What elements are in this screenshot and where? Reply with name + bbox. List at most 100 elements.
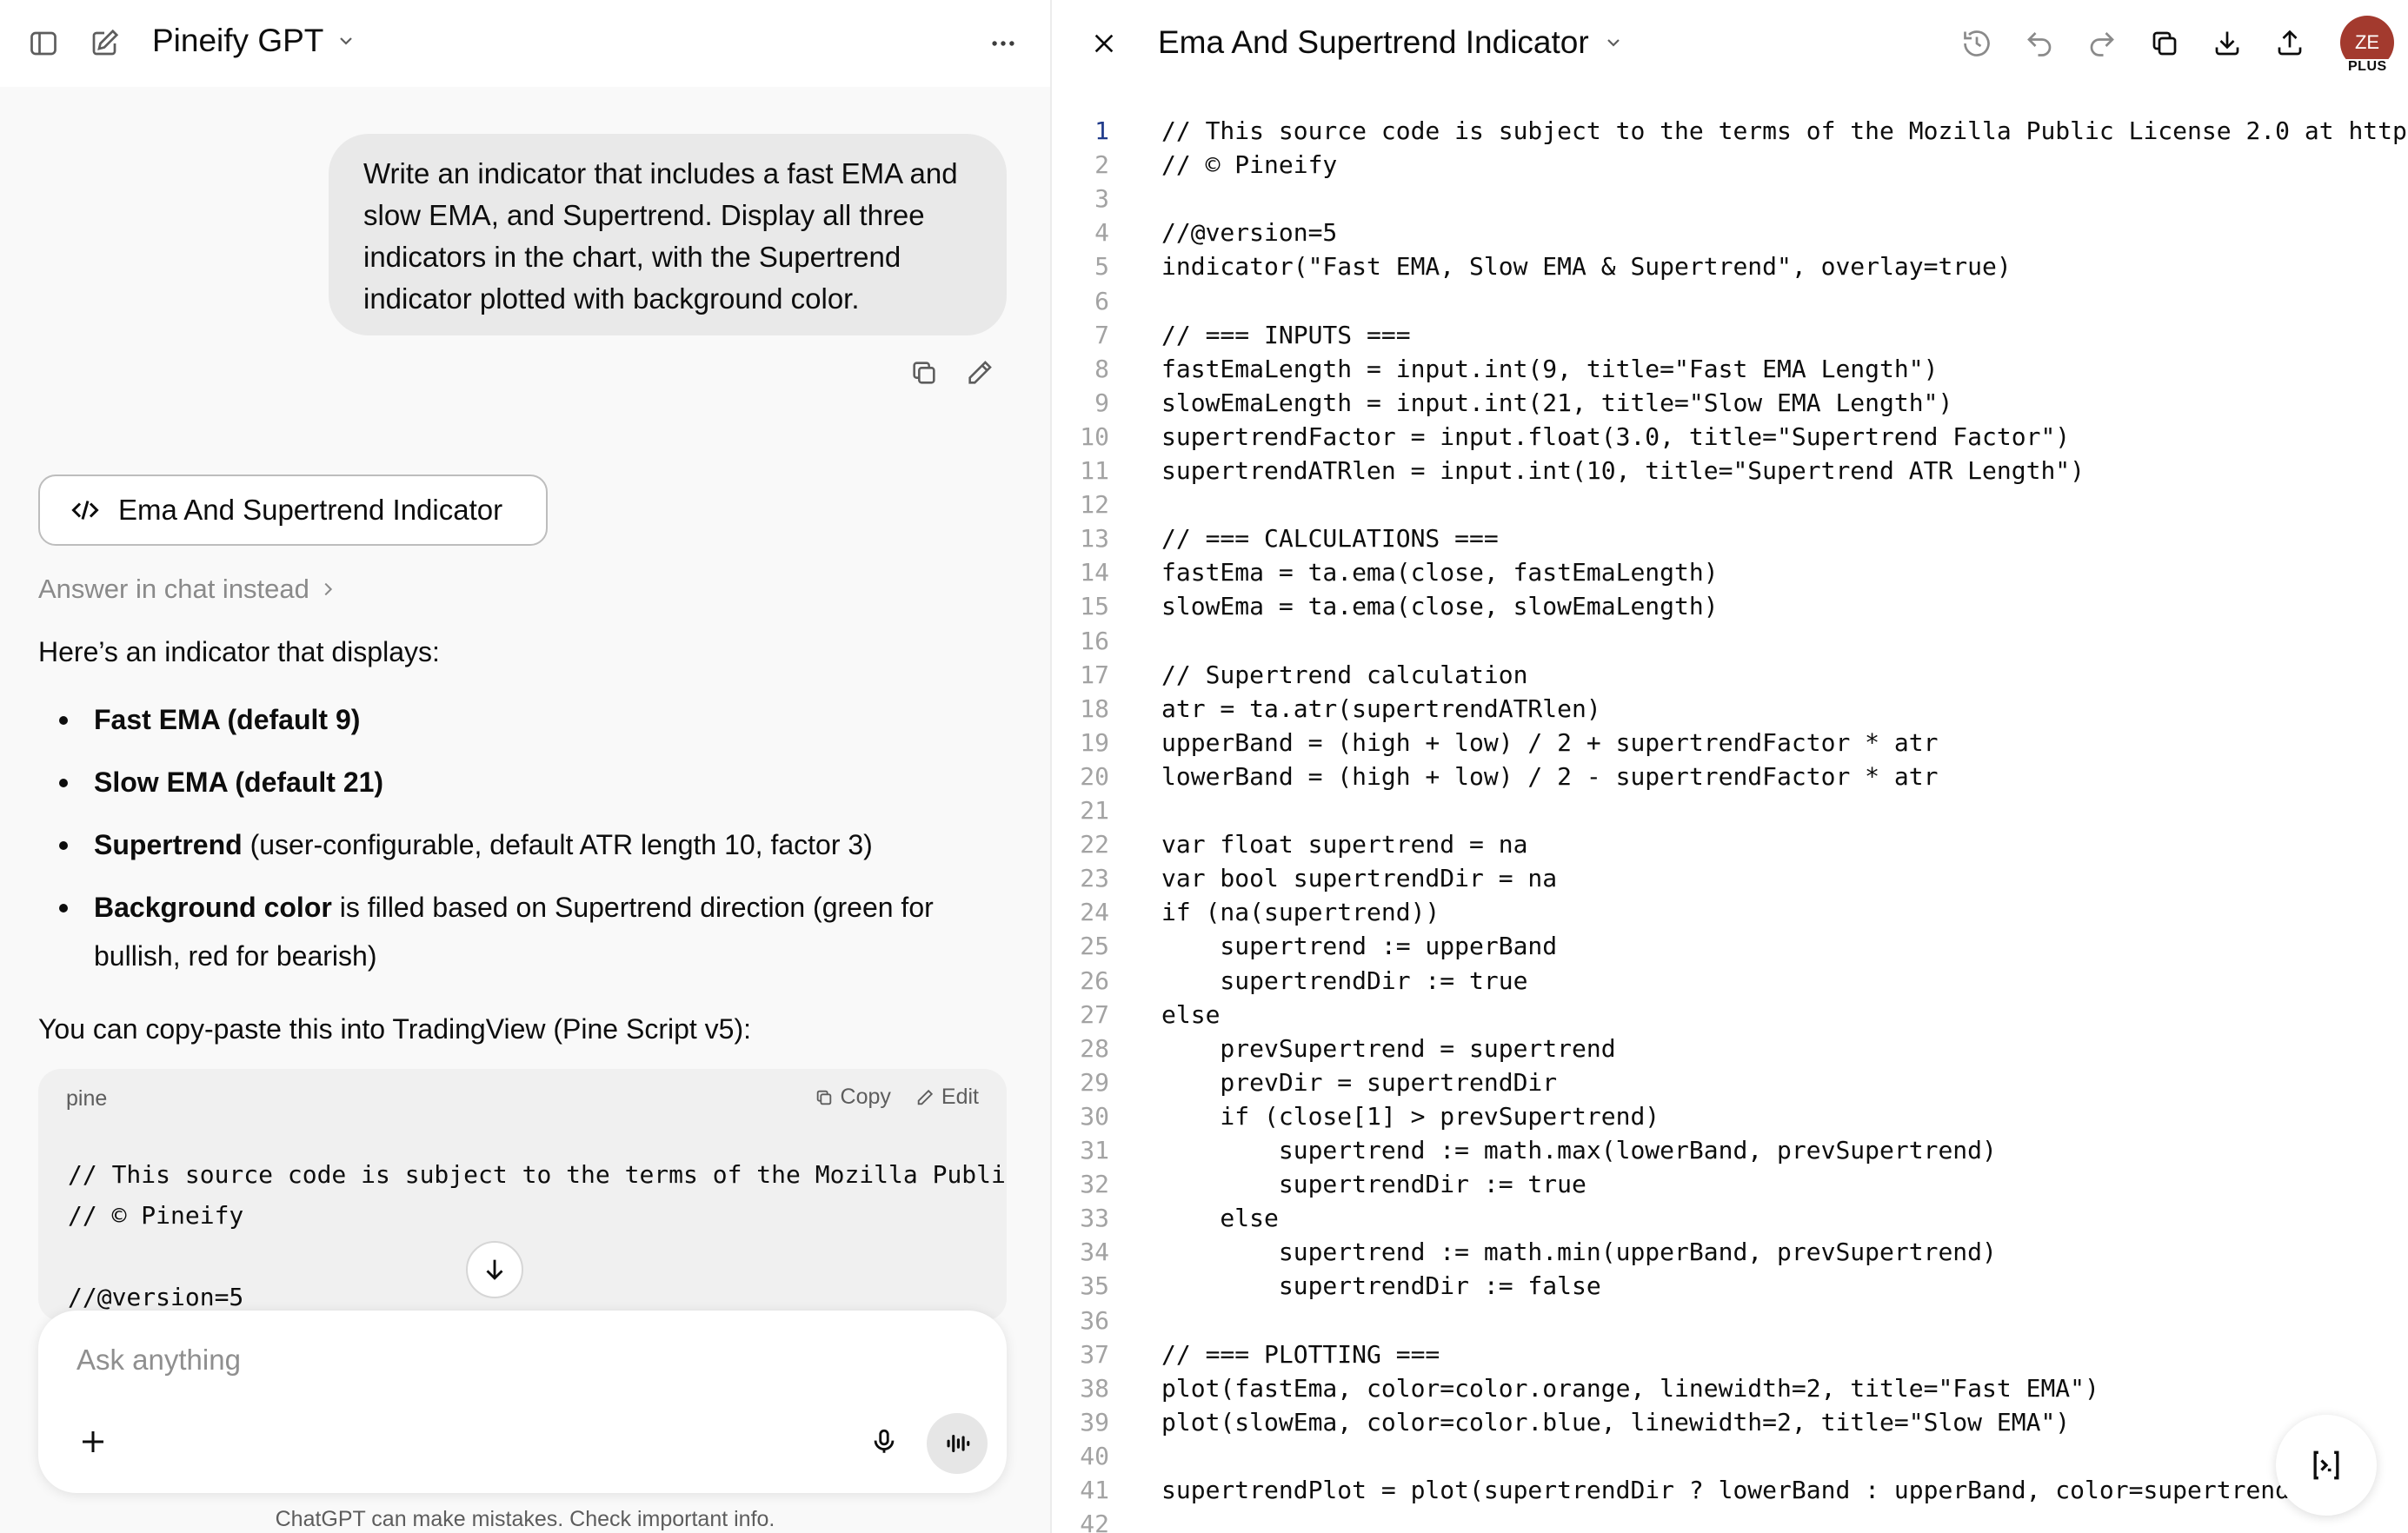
line-number: 30 xyxy=(1080,1102,1109,1131)
chat-panel: Pineify GPT Write an indicator that incl… xyxy=(0,0,1050,1533)
line-number: 17 xyxy=(1080,660,1109,689)
line-number: 13 xyxy=(1080,524,1109,553)
code-icon xyxy=(71,501,99,520)
undo-icon xyxy=(2027,32,2052,56)
plan-badge: PLUS xyxy=(2345,59,2390,75)
code-line: supertrend := math.max(lowerBand, prevSu… xyxy=(1161,1136,1997,1165)
canvas-title-selector[interactable]: Ema And Supertrend Indicator xyxy=(1158,24,1624,61)
list-item: Background color is filled based on Supe… xyxy=(38,883,1003,980)
code-line: fastEmaLength = input.int(9, title="Fast… xyxy=(1161,355,1939,383)
answer-in-chat-label: Answer in chat instead xyxy=(38,574,309,604)
line-number: 39 xyxy=(1080,1408,1109,1437)
line-number: 11 xyxy=(1080,456,1109,485)
arrow-down-icon xyxy=(486,1259,503,1280)
line-number: 27 xyxy=(1080,1000,1109,1029)
code-line: upperBand = (high + low) / 2 + supertren… xyxy=(1161,728,1939,757)
sidebar-toggle-icon xyxy=(30,31,57,56)
edit-code-button[interactable]: Edit xyxy=(915,1085,979,1110)
model-name: Pineify GPT xyxy=(152,23,324,58)
response-intro: Here’s an indicator that displays: xyxy=(38,636,440,667)
copy-icon xyxy=(2152,31,2177,56)
line-number: 21 xyxy=(1080,796,1109,825)
copy-canvas-button[interactable] xyxy=(2139,17,2191,70)
code-line: lowerBand = (high + low) / 2 - supertren… xyxy=(1161,762,1939,791)
line-number: 18 xyxy=(1080,694,1109,723)
copy-code-button[interactable]: Copy xyxy=(815,1085,891,1110)
code-line: var bool supertrendDir = na xyxy=(1161,864,1558,893)
redo-button[interactable] xyxy=(2076,17,2128,70)
message-input[interactable] xyxy=(75,1337,857,1384)
model-selector[interactable]: Pineify GPT xyxy=(152,23,356,59)
code-line: // This source code is subject to the te… xyxy=(68,1160,1006,1189)
code-line: // === PLOTTING === xyxy=(1161,1340,1440,1369)
line-number: 8 xyxy=(1094,355,1109,383)
copy-icon xyxy=(816,1090,831,1105)
code-language-label: pine xyxy=(66,1086,108,1111)
history-icon xyxy=(1964,30,1990,56)
dictate-button[interactable] xyxy=(859,1417,909,1467)
code-line: fastEma = ta.ema(close, fastEmaLength) xyxy=(1161,558,1719,587)
version-history-button[interactable] xyxy=(1951,17,2003,70)
more-options-button[interactable] xyxy=(979,21,1028,66)
code-actions: Copy Edit xyxy=(815,1085,979,1110)
copy-instructions: You can copy-paste this into TradingView… xyxy=(38,1013,751,1045)
line-number: 41 xyxy=(1080,1476,1109,1504)
disclaimer: ChatGPT can make mistakes. Check importa… xyxy=(275,1507,775,1531)
code-line: supertrendDir := true xyxy=(1161,1170,1586,1198)
line-number: 36 xyxy=(1080,1306,1109,1335)
code-preview: // This source code is subject to the te… xyxy=(68,1154,1006,1317)
line-number: 38 xyxy=(1080,1374,1109,1403)
artifact-title: Ema And Supertrend Indicator xyxy=(118,494,503,526)
line-number: 34 xyxy=(1080,1238,1109,1266)
artifact-card[interactable]: Ema And Supertrend Indicator xyxy=(38,474,548,546)
line-number: 12 xyxy=(1080,490,1109,519)
chevron-down-icon xyxy=(1606,39,1620,47)
code-line: // === CALCULATIONS === xyxy=(1161,524,1499,553)
message-composer xyxy=(38,1311,1007,1493)
voice-mode-button[interactable] xyxy=(927,1413,988,1474)
run-code-icon xyxy=(2313,1450,2339,1480)
list-item: Supertrend (user-configurable, default A… xyxy=(38,820,1003,869)
code-line: // === INPUTS === xyxy=(1161,321,1411,349)
code-line: plot(fastEma, color=color.orange, linewi… xyxy=(1161,1374,2099,1403)
line-number: 1 xyxy=(1094,116,1109,145)
code-line: supertrendFactor = input.float(3.0, titl… xyxy=(1161,422,2071,451)
share-button[interactable] xyxy=(2264,17,2316,70)
line-number: 37 xyxy=(1080,1340,1109,1369)
line-number: 14 xyxy=(1080,558,1109,587)
sidebar-toggle-button[interactable] xyxy=(21,21,66,66)
line-number: 16 xyxy=(1080,627,1109,655)
line-number: 9 xyxy=(1094,388,1109,417)
line-number: 3 xyxy=(1094,184,1109,213)
line-number: 28 xyxy=(1080,1034,1109,1063)
feature-list: Fast EMA (default 9) Slow EMA (default 2… xyxy=(38,695,1003,994)
copy-message-button[interactable] xyxy=(904,353,944,393)
line-number: 20 xyxy=(1080,762,1109,791)
undo-button[interactable] xyxy=(2013,17,2065,70)
code-line: atr = ta.atr(supertrendATRlen) xyxy=(1161,694,1601,723)
scroll-to-bottom-button[interactable] xyxy=(466,1241,523,1298)
download-button[interactable] xyxy=(2201,17,2253,70)
line-number: 33 xyxy=(1080,1204,1109,1232)
code-line: prevDir = supertrendDir xyxy=(1161,1068,1558,1097)
close-canvas-button[interactable] xyxy=(1081,21,1127,66)
close-icon xyxy=(1094,34,1114,53)
code-line: else xyxy=(1161,1204,1279,1232)
run-code-button[interactable] xyxy=(2276,1415,2377,1516)
code-editor[interactable]: 1 // This source code is subject to the t… xyxy=(1052,116,2408,1533)
user-message: Write an indicator that includes a fast … xyxy=(329,134,1007,335)
line-number: 5 xyxy=(1094,252,1109,281)
new-chat-button[interactable] xyxy=(82,21,127,66)
line-number: 24 xyxy=(1080,898,1109,926)
edit-pencil-icon xyxy=(92,29,119,56)
chevron-down-icon xyxy=(340,37,353,45)
attach-button[interactable] xyxy=(68,1417,118,1467)
line-number: 19 xyxy=(1080,728,1109,757)
line-number: 4 xyxy=(1094,218,1109,247)
edit-message-button[interactable] xyxy=(960,353,1000,393)
line-number: 29 xyxy=(1080,1068,1109,1097)
answer-in-chat-link[interactable]: Answer in chat instead xyxy=(38,574,337,605)
download-icon xyxy=(2215,31,2239,56)
code-line: indicator("Fast EMA, Slow EMA & Supertre… xyxy=(1161,252,2012,281)
code-line: // © Pineify xyxy=(68,1201,244,1230)
